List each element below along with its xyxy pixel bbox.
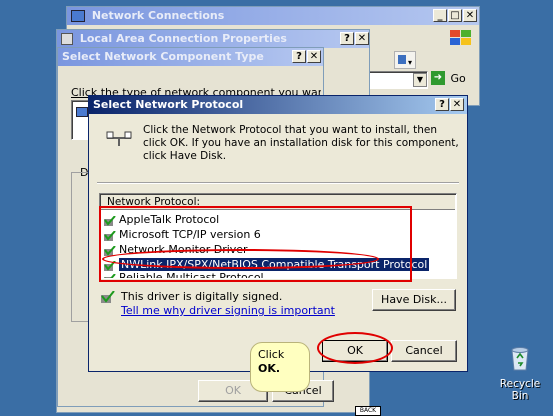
select-protocol-title: Select Network Protocol [93, 98, 244, 111]
go-button[interactable]: ➜ Go [431, 71, 467, 89]
protocol-divider [97, 182, 459, 184]
recycle-bin-label: Recycle Bin [499, 378, 541, 402]
lac-close-button[interactable]: ✕ [355, 32, 369, 45]
views-icon[interactable]: ▾ [394, 51, 416, 69]
have-disk-button[interactable]: Have Disk... [372, 289, 456, 311]
protocol-help-button[interactable]: ? [435, 98, 449, 111]
go-arrow-icon: ➜ [431, 71, 445, 85]
signed-driver-text: This driver is digitally signed. [121, 290, 283, 303]
annotation-ok-oval [317, 332, 393, 364]
lac-properties-title: Local Area Connection Properties [79, 32, 287, 45]
recycle-bin[interactable]: Recycle Bin [490, 345, 550, 402]
go-label: Go [450, 71, 466, 85]
protocol-network-icon [105, 128, 133, 148]
driver-signing-link[interactable]: Tell me why driver signing is important [121, 304, 335, 317]
component-help-button[interactable]: ? [292, 50, 306, 63]
connection-icon [61, 33, 73, 45]
network-connections-title: Network Connections [91, 9, 225, 22]
network-connections-titlebar: Network Connections [67, 7, 479, 25]
select-protocol-titlebar: Select Network Protocol [89, 96, 467, 114]
signed-driver-icon [101, 290, 115, 303]
protocol-close-button[interactable]: ✕ [450, 98, 464, 111]
annotation-nwlink-oval [102, 249, 379, 269]
address-dropdown-button[interactable]: ▼ [413, 73, 427, 87]
component-item-icon [76, 107, 88, 117]
network-icon [71, 10, 85, 22]
annotation-list-highlight [99, 206, 412, 282]
callout-line-1: Click [258, 348, 285, 361]
protocol-instruction: Click the Network Protocol that you want… [143, 124, 459, 162]
lac-help-button[interactable]: ? [340, 32, 354, 45]
cancel-button[interactable]: Cancel [391, 340, 457, 362]
maximize-button[interactable]: □ [448, 9, 462, 22]
minimize-button[interactable]: _ [433, 9, 447, 22]
component-close-button[interactable]: ✕ [307, 50, 321, 63]
callout-line-2: OK. [258, 362, 281, 375]
click-ok-callout: Click OK. [250, 342, 310, 392]
select-component-title: Select Network Component Type [62, 50, 264, 63]
windows-logo-icon [448, 28, 474, 48]
select-component-titlebar: Select Network Component Type [58, 48, 323, 66]
recycle-bin-icon [509, 345, 531, 371]
close-button[interactable]: ✕ [463, 9, 477, 22]
lac-properties-titlebar: Local Area Connection Properties [57, 30, 369, 48]
back-button[interactable]: BACK [355, 406, 381, 416]
